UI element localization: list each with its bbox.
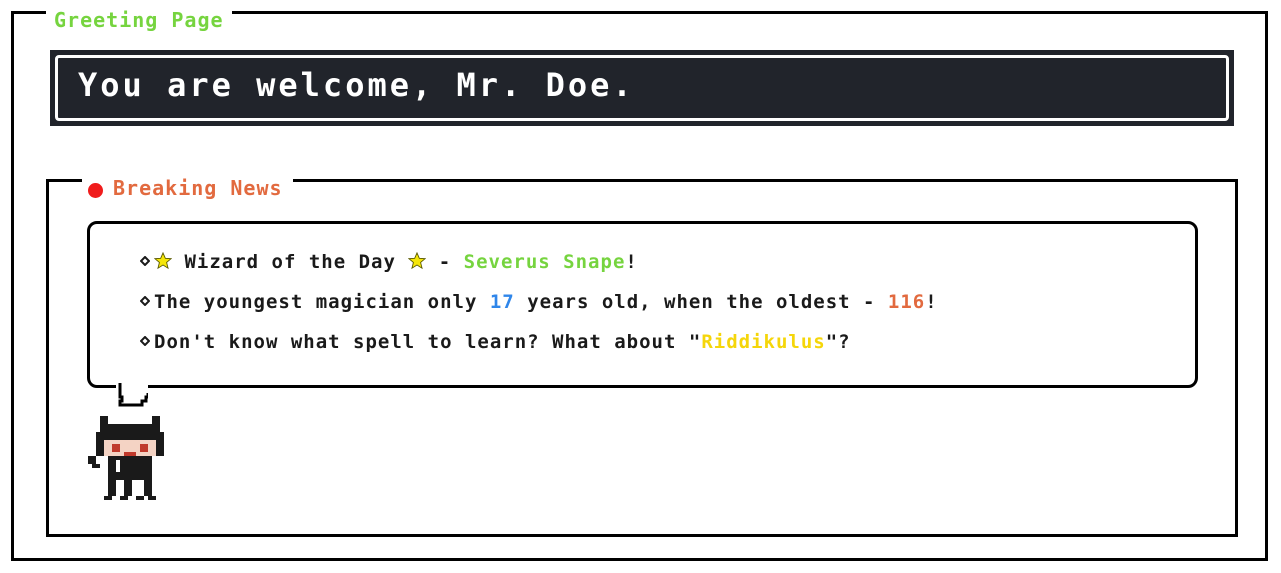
news-text: Don't know what spell to learn? What abo… xyxy=(154,331,702,353)
live-indicator-icon xyxy=(88,182,103,198)
news-text: - xyxy=(426,251,464,273)
diamond-bullet-icon xyxy=(140,255,150,266)
news-text: ! xyxy=(925,291,938,313)
diamond-bullet-icon xyxy=(140,335,150,346)
news-highlight: Riddikulus xyxy=(701,331,826,353)
welcome-panel: You are welcome, Mr. Doe. xyxy=(50,50,1234,126)
news-list: Wizard of the Day - Severus Snape! The yo… xyxy=(140,242,938,362)
star-icon xyxy=(408,251,427,269)
diamond-bullet-icon xyxy=(140,295,150,306)
star-icon xyxy=(154,251,172,269)
welcome-message: You are welcome, Mr. Doe. xyxy=(78,66,635,104)
greeting-page: Greeting Page You are welcome, Mr. Doe. … xyxy=(0,0,1281,573)
news-item: The youngest magician only 17 years old,… xyxy=(140,282,938,322)
news-highlight: 17 xyxy=(489,291,515,313)
news-text: "? xyxy=(825,331,851,353)
news-text: ! xyxy=(625,251,638,273)
news-text: years old, when the oldest - xyxy=(514,291,888,313)
news-highlight: 116 xyxy=(887,291,926,313)
news-text: The youngest magician only xyxy=(154,291,490,313)
news-item: Don't know what spell to learn? What abo… xyxy=(140,322,938,362)
octocat-pixel-icon xyxy=(88,416,164,500)
news-text: Wizard of the Day xyxy=(172,251,409,273)
speech-bubble-tail xyxy=(116,383,148,407)
breaking-news-legend: Breaking News xyxy=(82,175,293,201)
breaking-news-title: Breaking News xyxy=(113,176,283,200)
news-highlight: Severus Snape xyxy=(463,251,626,273)
greeting-page-legend: Greeting Page xyxy=(46,7,232,33)
news-item: Wizard of the Day - Severus Snape! xyxy=(140,242,938,282)
